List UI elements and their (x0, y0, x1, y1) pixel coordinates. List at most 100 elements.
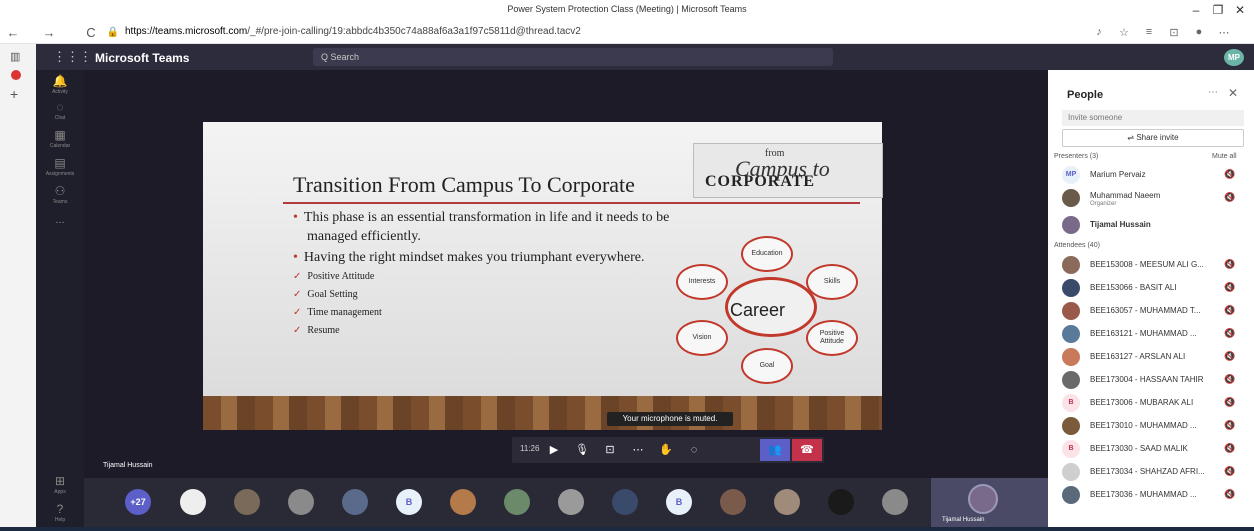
more-options-icon[interactable]: ⋯ (1208, 87, 1218, 98)
favorites-icon[interactable]: ≡ (1140, 26, 1158, 42)
rail-help[interactable]: ? Help (36, 502, 84, 523)
forward-icon[interactable]: → (40, 25, 58, 41)
profile-icon[interactable]: ● (1190, 26, 1208, 42)
participant-row[interactable]: BEE163127 - ARSLAN ALI 🔇 (1062, 348, 1242, 368)
mic-off-icon: 🔇 (1224, 489, 1236, 499)
node-goal: Goal (741, 348, 793, 384)
hang-up-icon[interactable]: ☎ (792, 439, 822, 461)
logo-corporate: CORPORATE (705, 173, 816, 190)
avatar[interactable] (774, 489, 800, 515)
participant-row[interactable]: B BEE173030 - SAAD MALIK 🔇 (1062, 440, 1242, 460)
people-icon[interactable]: 👥 (760, 439, 790, 461)
avatar[interactable] (558, 489, 584, 515)
participant-row[interactable]: BEE173010 - MUHAMMAD ... 🔇 (1062, 417, 1242, 437)
overflow-count[interactable]: +27 (125, 489, 151, 515)
invite-input[interactable]: Invite someone (1062, 110, 1244, 126)
avatar[interactable] (504, 489, 530, 515)
participant-row[interactable]: BEE173036 - MUHAMMAD ... 🔇 (1062, 486, 1242, 506)
check-item: ✓ Time management (293, 307, 382, 318)
avatar (1062, 279, 1080, 297)
teams-icon: ⚇ (54, 184, 66, 198)
participant-name: BEE173004 - HASSAAN TAHIR (1090, 375, 1204, 384)
avatar[interactable] (612, 489, 638, 515)
share-screen-icon[interactable]: ⊡ (597, 439, 623, 461)
avatar (1062, 189, 1080, 207)
check-item: ✓ Positive Attitude (293, 271, 375, 282)
rail-label: Help (54, 517, 66, 523)
mic-off-icon[interactable]: 🎙 (569, 439, 595, 461)
avatar[interactable] (288, 489, 314, 515)
maximize-icon[interactable]: ❐ (1208, 3, 1228, 17)
presenters-header[interactable]: Presenters (3) (1054, 153, 1098, 160)
refresh-icon[interactable]: C (82, 25, 100, 41)
avatar[interactable] (828, 489, 854, 515)
participant-row[interactable]: BEE173034 - SHAHZAD AFRI... 🔇 (1062, 463, 1242, 483)
back-icon[interactable]: ← (4, 25, 22, 41)
mic-off-icon: 🔇 (1224, 351, 1236, 361)
rail-teams[interactable]: ⚇ Teams (36, 184, 84, 205)
chat-icon[interactable]: ◌ (681, 439, 707, 461)
close-icon[interactable]: ✕ (1228, 86, 1238, 100)
rail-chat[interactable]: ◌ Chat (36, 100, 84, 121)
raise-hand-icon[interactable]: ✋ (653, 439, 679, 461)
avatar[interactable]: B (666, 489, 692, 515)
avatar[interactable] (234, 489, 260, 515)
participant-row[interactable]: B BEE173006 - MUBARAK ALI 🔇 (1062, 394, 1242, 414)
app-launcher-icon[interactable]: ⋮⋮⋮ (53, 49, 92, 65)
avatar[interactable] (882, 489, 908, 515)
mic-off-icon: 🔇 (1224, 443, 1236, 453)
participant-row[interactable]: BEE173004 - HASSAAN TAHIR 🔇 (1062, 371, 1242, 391)
participant-row[interactable]: BEE163121 - MUHAMMAD ... 🔇 (1062, 325, 1242, 345)
rail-assignments[interactable]: ▤ Assignments (36, 156, 84, 177)
url-text[interactable]: https://teams.microsoft.com/_#/pre-join-… (125, 26, 581, 37)
bell-icon: 🔔 (52, 74, 68, 88)
mic-off-icon: 🔇 (1224, 192, 1236, 202)
add-tab-icon[interactable]: + (10, 86, 18, 102)
participant-row[interactable]: MP Marium Pervaiz 🔇 (1062, 166, 1242, 186)
minimize-icon[interactable]: – (1186, 3, 1206, 17)
avatar[interactable]: B (396, 489, 422, 515)
avatar[interactable] (342, 489, 368, 515)
participant-row[interactable]: BEE163057 - MUHAMMAD T... 🔇 (1062, 302, 1242, 322)
participant-row[interactable]: BEE153066 - BASIT ALI 🔇 (1062, 279, 1242, 299)
avatar[interactable] (450, 489, 476, 515)
tabs-icon[interactable]: ▥ (10, 50, 20, 63)
rail-calendar[interactable]: ▦ Calendar (36, 128, 84, 149)
slide-bullet: • This phase is an essential transformati… (293, 210, 670, 225)
career-label: Career (730, 300, 786, 320)
participant-row[interactable]: Tijamal Hussain (1062, 216, 1242, 236)
share-invite-button[interactable]: ⇌ Share invite (1062, 129, 1244, 147)
rail-apps[interactable]: ⊞ Apps (36, 474, 84, 495)
avatar[interactable]: MP (1224, 49, 1244, 66)
avatar (1062, 371, 1080, 389)
favorite-icon[interactable]: ☆ (1115, 26, 1133, 42)
mic-icon[interactable]: ♪ (1090, 26, 1108, 42)
mute-all-link[interactable]: Mute all (1212, 153, 1237, 160)
menu-icon[interactable]: ⋯ (1215, 26, 1233, 42)
participant-row[interactable]: Muhammad Naeem Organizer 🔇 (1062, 189, 1242, 209)
chat-icon: ◌ (56, 100, 64, 114)
participant-role: Organizer (1090, 201, 1117, 207)
share-icon: ⇌ (1127, 133, 1137, 142)
mute-toast: Your microphone is muted. (607, 412, 733, 426)
avatar[interactable] (180, 489, 206, 515)
search-input[interactable]: Q Search (313, 48, 833, 66)
slide-bullet-cont: managed efficiently. (307, 229, 421, 244)
avatar[interactable] (720, 489, 746, 515)
rail-label: Chat (54, 115, 66, 121)
record-icon[interactable] (9, 68, 23, 82)
participant-name: BEE173034 - SHAHZAD AFRI... (1090, 467, 1205, 476)
more-actions-icon[interactable]: ⋯ (625, 439, 651, 461)
attendees-header[interactable]: Attendees (40) (1054, 242, 1100, 249)
close-window-icon[interactable]: ✕ (1230, 3, 1250, 17)
rail-more[interactable]: ... (36, 214, 84, 226)
bullet-text: Having the right mindset makes you trium… (303, 250, 645, 265)
rail-label: Assignments (45, 171, 75, 177)
participant-name: Tijamal Hussain (1090, 220, 1151, 229)
camera-off-icon[interactable]: ▶ (541, 439, 567, 461)
node-skills: Skills (806, 264, 858, 300)
mic-off-icon: 🔇 (1224, 259, 1236, 269)
rail-activity[interactable]: 🔔 Activity (36, 74, 84, 95)
participant-row[interactable]: BEE153008 - MEESUM ALI G... 🔇 (1062, 256, 1242, 276)
collections-icon[interactable]: ⊡ (1165, 26, 1183, 42)
